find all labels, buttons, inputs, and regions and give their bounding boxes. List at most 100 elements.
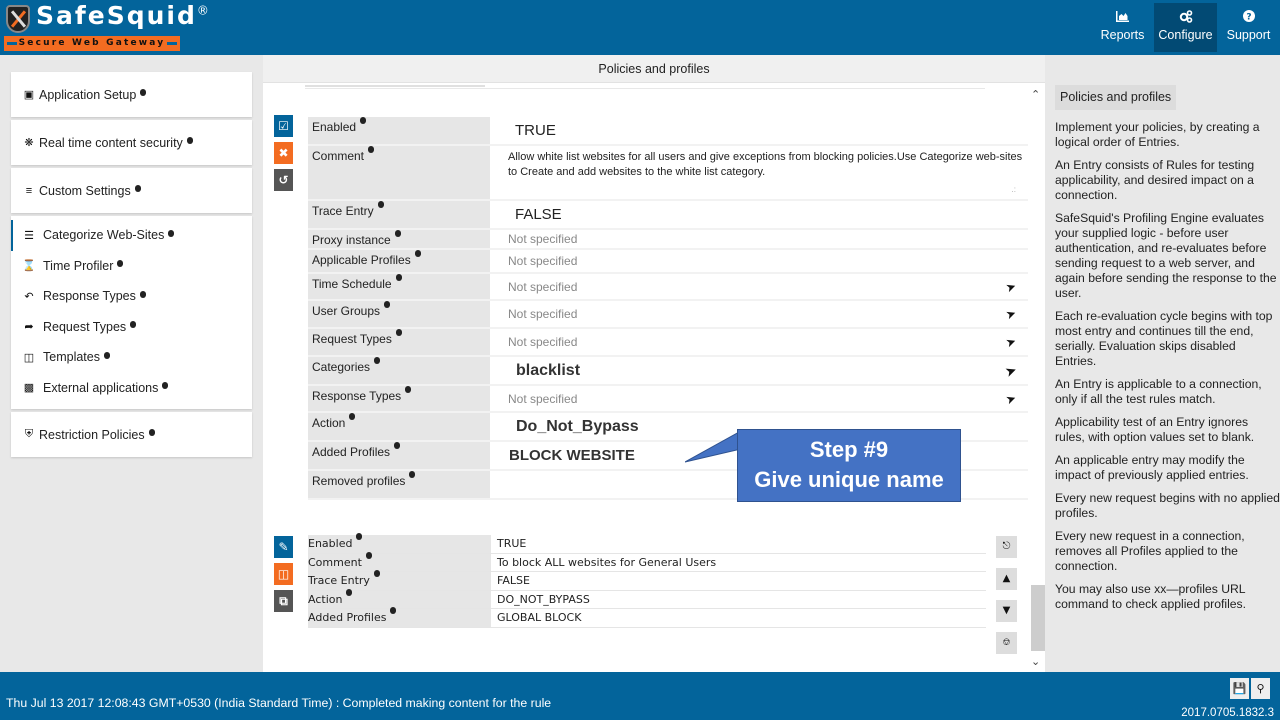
table-row[interactable]: Comment To block ALL websites for Genera… [308,551,986,572]
info-icon[interactable] [394,442,401,449]
copy-entry-button[interactable]: ⧉ [274,590,293,612]
help-paragraph: Applicability test of an Entry ignores r… [1055,415,1255,444]
table-row[interactable]: Enabled TRUE [308,533,986,554]
sidebar-item-request-types[interactable]: ➦ Request Types [11,312,252,343]
scroll-up-icon[interactable]: ⌃ [1031,88,1040,101]
comment-textarea[interactable]: Allow white list websites for all users … [490,146,1028,199]
templates-icon: ◫ [23,351,35,364]
info-icon[interactable] [368,146,375,153]
sidebar-item-real-time-content-security[interactable]: ❋ Real time content security [11,120,252,165]
info-icon[interactable] [414,250,421,257]
info-icon[interactable] [405,386,412,393]
order-buttons: ⎋ ▲ ▼ ⎊ [996,536,1017,664]
info-icon[interactable] [349,413,356,420]
table-row[interactable]: Trace Entry FALSE [308,570,986,591]
move-top-button[interactable]: ⎋ [996,536,1017,558]
sidebar-item-response-types[interactable]: ↶ Response Types [11,281,252,312]
edit-entry-actions: ☑ ✖ ↺ [274,115,293,196]
save-entry-button[interactable]: ☑ [274,115,293,137]
safesquid-logo[interactable]: SafeSquid® Secure Web Gateway [4,1,209,51]
proxy-instance-input[interactable]: Not specified [490,230,1028,248]
user-groups-input[interactable]: Not specified ➤ [490,301,1028,327]
send-icon[interactable]: ➤ [1004,362,1018,379]
info-icon[interactable] [139,290,146,298]
undo-icon: ↺ [278,173,289,187]
help-paragraph: Every new request in a connection, remov… [1055,529,1245,573]
database-icon: ☰ [24,229,34,242]
send-icon[interactable]: ➤ [1004,390,1018,407]
info-icon[interactable] [130,321,137,329]
svg-text:?: ? [1246,13,1251,23]
sliders-icon: ≡ [25,184,33,197]
entry-summary: Enabled TRUE Comment To block ALL websit… [308,533,986,628]
info-icon[interactable] [186,137,193,144]
brand-mark: ® [196,3,211,18]
send-icon[interactable]: ➤ [1004,334,1018,351]
nav-reports[interactable]: Reports [1091,3,1154,52]
sidebar-item-templates[interactable]: ◫ Templates [11,342,252,373]
info-icon[interactable] [395,274,402,281]
search-button[interactable]: ⚲ [1251,678,1270,699]
close-icon: ✖ [278,146,289,160]
move-bottom-button[interactable]: ⎊ [996,632,1017,654]
scrollbar-thumb[interactable] [1031,585,1045,651]
field-trace-entry: Trace Entry FALSE [308,201,1028,230]
sidebar-item-categorize-web-sites[interactable]: ☰ Categorize Web-Sites [11,220,252,251]
info-icon[interactable] [390,607,397,615]
info-icon[interactable] [384,301,391,308]
send-icon[interactable]: ➤ [1004,306,1018,323]
applicable-profiles-input[interactable]: Not specified [490,250,1028,272]
help-paragraph: You may also use xx—profiles URL command… [1055,582,1247,611]
nav-configure[interactable]: Configure [1154,3,1217,52]
caret-up-icon: ▲ [1002,573,1011,584]
info-icon[interactable] [409,471,416,478]
info-icon[interactable] [103,351,110,359]
edit-entry-button[interactable]: ✎ [274,536,293,558]
sidebar-item-time-profiler[interactable]: ⌛ Time Profiler [11,251,252,282]
info-icon[interactable] [356,533,363,541]
response-types-input[interactable]: Not specified ➤ [490,386,1028,411]
help-paragraph: Implement your policies, by creating a l… [1055,120,1260,149]
move-down-button[interactable]: ▼ [996,600,1017,622]
categories-input[interactable]: blacklist ➤ [490,357,1028,384]
request-types-input[interactable]: Not specified ➤ [490,329,1028,355]
sidebar-item-custom-settings[interactable]: ≡ Custom Settings [11,168,252,213]
info-icon[interactable] [148,429,155,436]
info-icon[interactable] [394,230,401,237]
sidebar-item-restriction-policies[interactable]: ⛨ Restriction Policies [11,412,252,457]
briefcase-icon: ▣ [23,89,35,101]
sidebar-item-application-setup[interactable]: ▣ Application Setup [11,72,252,117]
info-icon[interactable] [140,89,147,96]
sidebar-item-external-applications[interactable]: ▩ External applications [11,373,252,404]
scroll-down-icon[interactable]: ⌄ [1031,655,1040,668]
send-icon[interactable]: ➤ [1004,278,1018,295]
nav-support[interactable]: ? Support [1217,3,1280,52]
save-config-button[interactable]: 💾 [1230,678,1249,699]
info-icon[interactable] [374,357,381,364]
info-icon[interactable] [373,570,380,578]
delete-entry-button[interactable]: ◫ [274,563,293,585]
info-icon[interactable] [134,185,141,192]
chart-icon [1091,10,1154,26]
info-icon[interactable] [395,329,402,336]
info-icon[interactable] [346,588,353,596]
resize-handle-icon[interactable]: .: [1012,182,1016,197]
info-icon[interactable] [168,229,175,237]
move-up-button[interactable]: ▲ [996,568,1017,590]
table-row[interactable]: Action DO_NOT_BYPASS [308,588,986,609]
divider [305,85,485,87]
info-icon[interactable] [162,382,169,390]
trace-entry-select[interactable]: FALSE [490,201,1028,228]
cancel-entry-button[interactable]: ✖ [274,142,293,164]
info-icon[interactable] [377,201,384,208]
table-row[interactable]: Added Profiles GLOBAL BLOCK [308,607,986,628]
reset-entry-button[interactable]: ↺ [274,169,293,191]
enabled-select[interactable]: TRUE [490,117,1028,144]
info-icon[interactable] [360,117,367,124]
edit-icon: ✎ [278,540,289,554]
time-schedule-input[interactable]: Not specified ➤ [490,274,1028,299]
share-icon: ➦ [24,321,34,334]
info-icon[interactable] [365,551,372,559]
info-icon[interactable] [117,260,124,268]
field-applicable-profiles: Applicable Profiles Not specified [308,250,1028,274]
